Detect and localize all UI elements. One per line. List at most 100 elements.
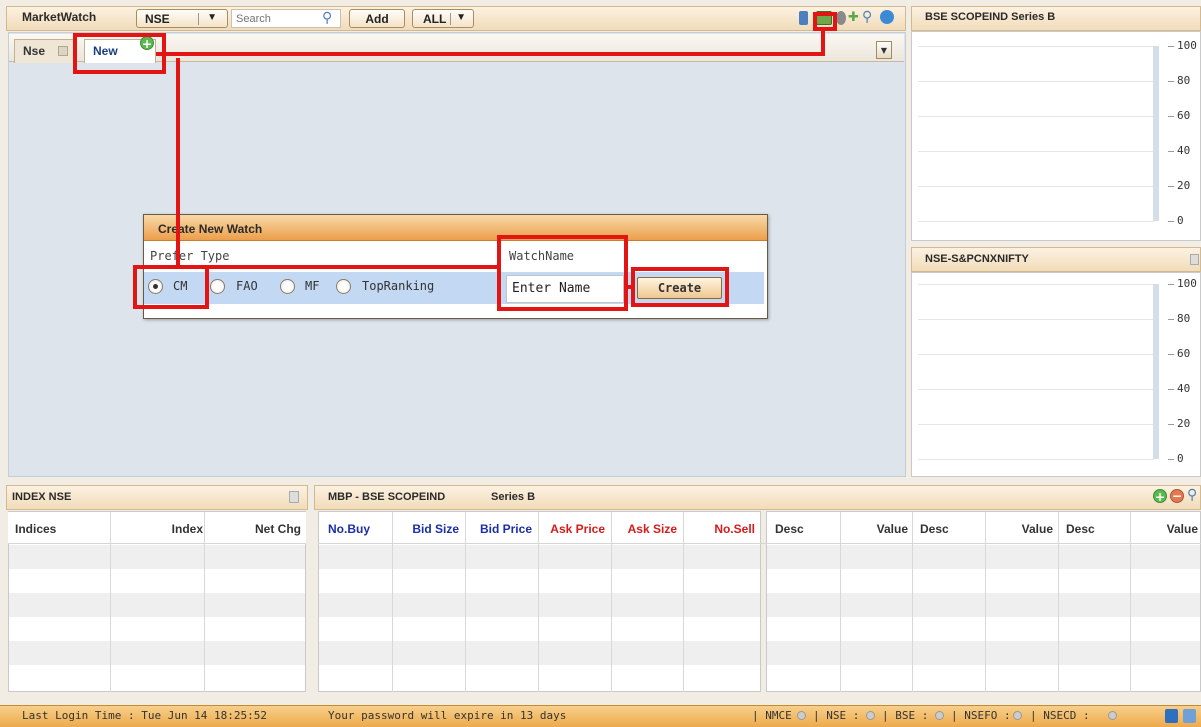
column-divider <box>985 512 986 692</box>
highlight-new-tab <box>73 33 166 74</box>
column-divider <box>204 512 205 692</box>
status-exchange-nse: | NSE : <box>813 709 860 722</box>
chart-tick-label: 60 <box>1177 109 1191 122</box>
filter-selected-label: ALL <box>423 11 447 26</box>
chart-tick-label: 40 <box>1177 144 1191 157</box>
table-row <box>767 569 1200 593</box>
chart-tick-label: 80 <box>1177 74 1191 87</box>
column-header-desc[interactable]: Desc <box>912 522 982 536</box>
chart-gridline <box>918 319 1154 320</box>
search-icon[interactable]: ⚲ <box>322 10 332 26</box>
chart-axis-bar <box>1153 284 1159 459</box>
chart-tick-label: 0 <box>1177 214 1184 227</box>
radio-fao[interactable] <box>210 279 225 294</box>
chart-gridline <box>918 389 1154 390</box>
column-header-ask-price[interactable]: Ask Price <box>538 522 605 536</box>
radio-mf[interactable] <box>280 279 295 294</box>
search-icon[interactable]: ⚲ <box>1187 487 1197 503</box>
password-expiry-text: Your password will expire in 13 days <box>328 709 567 722</box>
chart-tick <box>1168 459 1174 460</box>
dialog-title: Create New Watch <box>158 222 263 236</box>
column-header-desc[interactable]: Desc <box>1058 522 1128 536</box>
column-header-desc[interactable]: Desc <box>767 522 837 536</box>
radio-topranking[interactable] <box>336 279 351 294</box>
chart-gridline <box>918 221 1154 222</box>
chart-gridline <box>918 151 1154 152</box>
mbp-panel-title: MBP - BSE SCOPEIND <box>328 491 446 503</box>
column-header-bid-price[interactable]: Bid Price <box>465 522 532 536</box>
column-header-no-buy[interactable]: No.Buy <box>318 522 385 536</box>
refresh-icon[interactable] <box>880 10 894 24</box>
search-icon[interactable]: ⚲ <box>862 9 872 25</box>
status-exchange-nmce: | NMCE <box>752 709 792 722</box>
column-divider <box>1058 512 1059 692</box>
prefer-type-label: Prefer Type <box>150 249 230 263</box>
column-divider <box>538 512 539 692</box>
last-login-text: Last Login Time : Tue Jun 14 18:25:52 <box>22 709 268 722</box>
chart-tick <box>1168 319 1174 320</box>
save-icon[interactable] <box>799 11 808 25</box>
exchange-select[interactable]: NSE ▼ <box>136 9 228 28</box>
chart-gridline <box>918 46 1154 47</box>
column-header-indices[interactable]: Indices <box>15 522 56 536</box>
filter-select[interactable]: ALL ▼ <box>412 9 474 28</box>
chart-tick <box>1168 81 1174 82</box>
highlight-new-watch-icon <box>813 12 837 31</box>
chart-tick <box>1168 354 1174 355</box>
close-icon[interactable] <box>58 46 68 56</box>
table-row <box>767 665 1200 689</box>
table-row <box>319 569 760 593</box>
chart-gridline <box>918 186 1154 187</box>
table-row <box>9 593 305 617</box>
column-header-ask-size[interactable]: Ask Size <box>611 522 677 536</box>
status-exchange-bse: | BSE : <box>882 709 929 722</box>
column-header-value[interactable]: Value <box>840 522 908 536</box>
add-button[interactable]: Add <box>349 9 405 28</box>
chart-tick-label: 40 <box>1177 382 1191 395</box>
chart-gridline <box>918 424 1154 425</box>
mbp-series-label: Series B <box>491 491 536 503</box>
status-indicator-nsefo <box>1013 711 1022 720</box>
chart-tick-label: 0 <box>1177 452 1184 465</box>
column-divider <box>392 512 393 692</box>
status-exchange-nsefo: | NSEFO : <box>951 709 1011 722</box>
column-header-bid-size[interactable]: Bid Size <box>392 522 459 536</box>
window-icon[interactable] <box>1165 709 1178 723</box>
column-divider <box>1130 512 1131 692</box>
column-header-value[interactable]: Value <box>985 522 1053 536</box>
column-divider <box>683 512 684 692</box>
radio-fao-label: FAO <box>236 279 258 293</box>
add-icon[interactable]: + <box>1153 489 1167 504</box>
chart-tick <box>1168 284 1174 285</box>
column-header-net-chg[interactable]: Net Chg <box>204 522 301 536</box>
highlight-create-button <box>631 267 729 307</box>
tab-nse[interactable]: Nse <box>14 39 76 63</box>
settings-icon[interactable] <box>836 11 846 25</box>
table-row <box>319 665 760 689</box>
layout-icon[interactable] <box>1183 709 1196 723</box>
radio-topranking-label: TopRanking <box>362 279 435 293</box>
expand-icon[interactable] <box>1190 254 1199 265</box>
chart-tick <box>1168 424 1174 425</box>
chart-tick-label: 20 <box>1177 417 1191 430</box>
remove-icon[interactable]: − <box>1170 489 1184 503</box>
table-row <box>319 617 760 641</box>
chart-tick-label: 80 <box>1177 312 1191 325</box>
chart-gridline <box>918 116 1154 117</box>
table-row <box>9 665 305 689</box>
tab-label: Nse <box>23 44 46 58</box>
panel-menu-icon[interactable] <box>289 491 299 503</box>
plus-icon[interactable]: ✚ <box>848 10 859 25</box>
highlight-watchname <box>497 235 628 311</box>
tab-list-dropdown[interactable]: ▼ <box>876 41 892 59</box>
chart-tick-label: 100 <box>1177 277 1197 290</box>
column-header-index[interactable]: Index <box>110 522 203 536</box>
table-row <box>9 641 305 665</box>
table-row <box>9 569 305 593</box>
column-header-value[interactable]: Value <box>1130 522 1198 536</box>
column-header-no-sell[interactable]: No.Sell <box>683 522 755 536</box>
chart-tick <box>1168 46 1174 47</box>
chart-tick <box>1168 116 1174 117</box>
status-indicator-bse <box>935 711 944 720</box>
annotation-line <box>180 265 498 269</box>
